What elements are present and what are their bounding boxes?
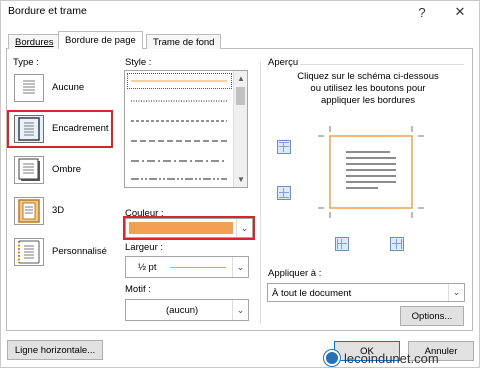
- type-option-aucune[interactable]: Aucune: [14, 72, 114, 104]
- type-aucune-icon: [14, 74, 44, 102]
- right-border-toggle-icon[interactable]: [390, 237, 404, 251]
- tab-bordure-de-page[interactable]: Bordure de page: [58, 31, 143, 49]
- left-border-toggle-icon[interactable]: [335, 237, 349, 251]
- tab-bordures[interactable]: Bordures: [8, 34, 61, 49]
- couleur-dropdown[interactable]: ⌄: [125, 218, 253, 238]
- style-scrollbar[interactable]: ▲ ▼: [233, 71, 247, 187]
- tab-label: Bordures: [15, 36, 54, 48]
- style-line-samples: [131, 80, 227, 180]
- chevron-down-icon[interactable]: ⌄: [236, 219, 252, 237]
- type-option-encadrement[interactable]: Encadrement: [14, 113, 110, 145]
- largeur-label: Largeur :: [125, 242, 164, 253]
- apercu-label: Aperçu: [268, 57, 299, 68]
- tab-trame-de-fond[interactable]: Trame de fond: [146, 34, 222, 49]
- type-ombre-icon: [14, 156, 44, 184]
- motif-label: Motif :: [125, 284, 151, 295]
- page-box-icon: [18, 117, 40, 141]
- page-custom-icon: [18, 240, 40, 264]
- couleur-swatch: [129, 222, 233, 234]
- scroll-up-icon[interactable]: ▲: [237, 74, 245, 83]
- help-button[interactable]: ?: [412, 0, 432, 24]
- type-personnalise-icon: [14, 238, 44, 266]
- close-button[interactable]: ✕: [448, 0, 472, 24]
- type-aucune-label: Aucune: [52, 82, 85, 93]
- type-ombre-label: Ombre: [52, 164, 82, 175]
- motif-dropdown[interactable]: (aucun) ⌄: [125, 299, 249, 321]
- type-option-3d[interactable]: 3D: [14, 195, 114, 227]
- page-shadow-icon: [18, 158, 40, 181]
- watermark: lecoindunet.com: [324, 348, 474, 368]
- chevron-down-icon[interactable]: ⌄: [232, 257, 248, 277]
- scroll-thumb[interactable]: [236, 87, 245, 105]
- chevron-down-icon[interactable]: ⌄: [232, 300, 248, 320]
- preview-page-border[interactable]: [329, 135, 413, 209]
- type-3d-label: 3D: [52, 205, 65, 216]
- apercu-preview[interactable]: [318, 126, 424, 218]
- scroll-down-icon[interactable]: ▼: [237, 175, 245, 184]
- page-3d-icon: [18, 199, 40, 223]
- largeur-line-sample: [170, 267, 226, 268]
- tab-label: Bordure de page: [65, 35, 136, 46]
- type-3d-icon: [14, 197, 44, 225]
- apercu-divider: [260, 62, 261, 324]
- appliquer-dropdown[interactable]: À tout le document ⌄: [267, 283, 465, 302]
- type-personnalise-label: Personnalisé: [52, 246, 107, 257]
- apercu-group-line: [300, 64, 464, 65]
- type-encadrement-label: Encadrement: [52, 123, 109, 134]
- apercu-instructions: Cliquez sur le schéma ci-dessous ou util…: [297, 71, 439, 106]
- type-label: Type :: [13, 57, 39, 68]
- type-option-ombre[interactable]: Ombre: [14, 154, 114, 186]
- appliquer-label: Appliquer à :: [268, 268, 322, 279]
- type-option-personnalise[interactable]: Personnalisé: [14, 236, 114, 268]
- tab-label: Trame de fond: [153, 36, 215, 48]
- options-button[interactable]: Options...: [400, 306, 464, 326]
- appliquer-value: À tout le document: [272, 288, 352, 299]
- chevron-down-icon[interactable]: ⌄: [448, 284, 464, 301]
- motif-value: (aucun): [166, 305, 199, 316]
- type-encadrement-icon: [14, 115, 44, 143]
- bottom-border-toggle-icon[interactable]: [277, 186, 291, 200]
- watermark-text: lecoindunet.com: [344, 350, 439, 366]
- dialog-title: Bordure et trame: [8, 5, 87, 17]
- style-label: Style :: [125, 57, 152, 68]
- ligne-horizontale-button[interactable]: Ligne horizontale...: [7, 340, 103, 360]
- largeur-value: ½ pt: [138, 262, 157, 273]
- page-lines-icon: [23, 80, 35, 94]
- watermark-logo-icon: [324, 350, 340, 366]
- top-border-toggle-icon[interactable]: [277, 140, 291, 154]
- style-listbox[interactable]: ▲ ▼: [124, 70, 248, 188]
- largeur-dropdown[interactable]: ½ pt ⌄: [125, 256, 249, 278]
